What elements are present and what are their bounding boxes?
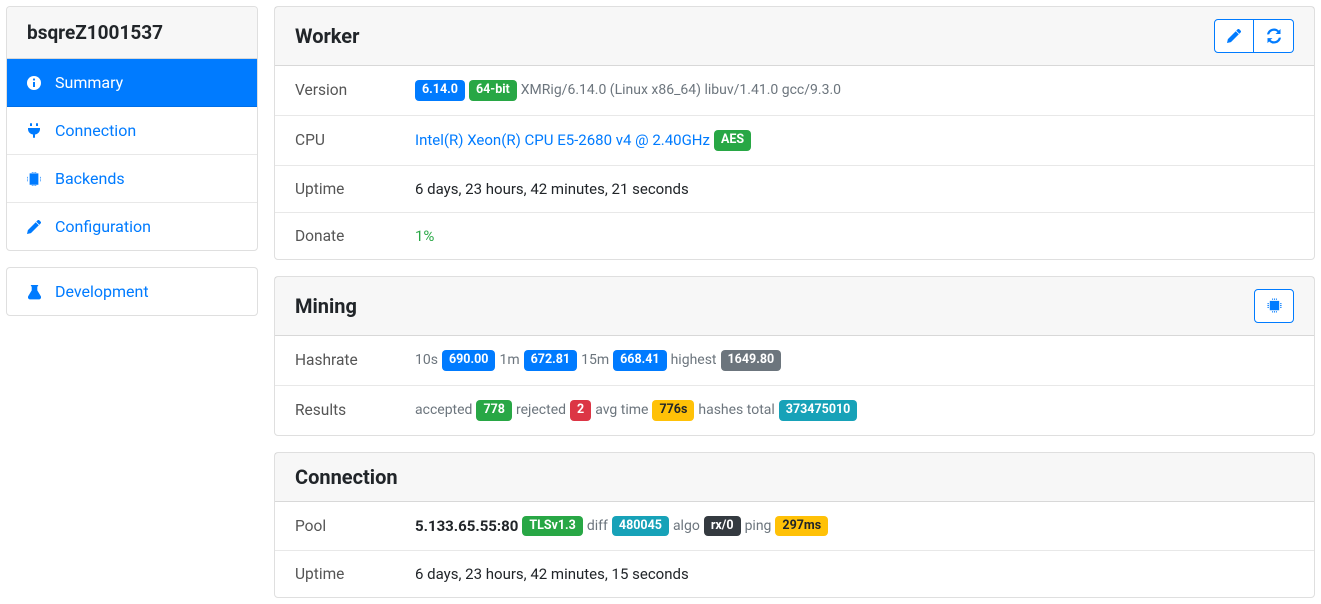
hashrate-highest-value: 1649.80 [721, 350, 782, 371]
sidebar-item-development[interactable]: Development [7, 268, 257, 315]
rejected-label: rejected [516, 402, 566, 418]
hashrate-10s-label: 10s [415, 352, 438, 368]
algo-label: algo [673, 518, 700, 534]
hashrate-10s-value: 690.00 [442, 350, 495, 371]
rejected-value: 2 [570, 400, 591, 421]
sidebar-item-connection[interactable]: Connection [7, 107, 257, 155]
tls-badge: TLSv1.3 [522, 516, 583, 537]
results-row: Results accepted 778 rejected 2 avg time… [275, 386, 1314, 435]
main-content: Worker Version [274, 6, 1315, 598]
sidebar-item-label: Configuration [55, 217, 151, 236]
uptime-value: 6 days, 23 hours, 42 minutes, 21 seconds [415, 180, 1294, 198]
refresh-button[interactable] [1254, 19, 1294, 53]
aes-badge: AES [714, 130, 751, 151]
sidebar-item-backends[interactable]: Backends [7, 155, 257, 203]
pool-row: Pool 5.133.65.55:80 TLSv1.3 diff 480045 … [275, 502, 1314, 552]
info-circle-icon [25, 75, 43, 91]
conn-uptime-row: Uptime 6 days, 23 hours, 42 minutes, 15 … [275, 551, 1314, 597]
sidebar-item-label: Connection [55, 121, 136, 140]
hashrate-row: Hashrate 10s 690.00 1m 672.81 15m 668.41… [275, 336, 1314, 386]
version-badge: 6.14.0 [415, 80, 465, 101]
hashrate-15m-label: 15m [581, 352, 609, 368]
cpu-label: CPU [295, 131, 415, 149]
cpu-row: CPU Intel(R) Xeon(R) CPU E5-2680 v4 @ 2.… [275, 116, 1314, 166]
hashrate-1m-label: 1m [499, 352, 519, 368]
pool-address: 5.133.65.55:80 [415, 517, 518, 535]
hashrate-1m-value: 672.81 [524, 350, 577, 371]
sidebar-nav-card: bsqreZ1001537 Summary Connection [6, 6, 258, 251]
sidebar-item-label: Backends [55, 169, 125, 188]
conn-uptime-label: Uptime [295, 565, 415, 583]
cpu-name-link[interactable]: Intel(R) Xeon(R) CPU E5-2680 v4 @ 2.40GH… [415, 131, 710, 149]
hashes-label: hashes total [698, 402, 774, 418]
hashrate-label: Hashrate [295, 351, 415, 369]
mining-card: Mining Hashrate 10s 690.00 1m 672.81 [274, 276, 1315, 436]
conn-uptime-value: 6 days, 23 hours, 42 minutes, 15 seconds [415, 565, 1294, 583]
hashes-value: 373475010 [779, 400, 858, 421]
sidebar-dev-card: Development [6, 267, 258, 316]
ping-label: ping [745, 518, 772, 534]
pencil-icon [25, 220, 43, 234]
connection-card: Connection Pool 5.133.65.55:80 TLSv1.3 d… [274, 452, 1315, 599]
microchip-icon [1267, 298, 1282, 313]
sidebar-item-label: Development [55, 282, 149, 301]
refresh-icon [1266, 28, 1282, 44]
worker-card: Worker Version [274, 6, 1315, 260]
sidebar-item-configuration[interactable]: Configuration [7, 203, 257, 250]
bits-badge: 64-bit [469, 80, 517, 101]
mining-card-title: Mining [295, 294, 357, 318]
pool-label: Pool [295, 517, 415, 535]
algo-value: rx/0 [704, 516, 741, 537]
version-row: Version 6.14.0 64-bit XMRig/6.14.0 (Linu… [275, 66, 1314, 116]
ping-value: 297ms [775, 516, 828, 537]
avgtime-value: 776s [652, 400, 694, 421]
flask-icon [25, 284, 43, 300]
avgtime-label: avg time [595, 402, 648, 418]
microchip-icon [25, 171, 43, 187]
sidebar-item-summary[interactable]: Summary [7, 59, 257, 107]
diff-value: 480045 [612, 516, 669, 537]
accepted-value: 778 [476, 400, 512, 421]
donate-label: Donate [295, 227, 415, 245]
worker-actions [1214, 19, 1294, 53]
donate-row: Donate 1% [275, 213, 1314, 259]
plug-icon [25, 123, 43, 139]
uptime-row: Uptime 6 days, 23 hours, 42 minutes, 21 … [275, 166, 1314, 213]
results-label: Results [295, 401, 415, 419]
hashrate-highest-label: highest [671, 352, 717, 368]
hashrate-15m-value: 668.41 [613, 350, 666, 371]
edit-button[interactable] [1214, 19, 1254, 53]
version-label: Version [295, 81, 415, 99]
uptime-label: Uptime [295, 180, 415, 198]
worker-id-title: bsqreZ1001537 [7, 7, 257, 59]
sidebar-item-label: Summary [55, 73, 123, 92]
mining-chip-button[interactable] [1254, 289, 1294, 323]
sidebar: bsqreZ1001537 Summary Connection [6, 6, 258, 598]
connection-card-title: Connection [295, 465, 398, 489]
pencil-icon [1227, 29, 1241, 43]
version-detail: XMRig/6.14.0 (Linux x86_64) libuv/1.41.0… [521, 82, 841, 98]
donate-value: 1% [415, 227, 434, 245]
worker-card-title: Worker [295, 24, 359, 48]
mining-actions [1254, 289, 1294, 323]
accepted-label: accepted [415, 402, 472, 418]
diff-label: diff [587, 518, 608, 534]
